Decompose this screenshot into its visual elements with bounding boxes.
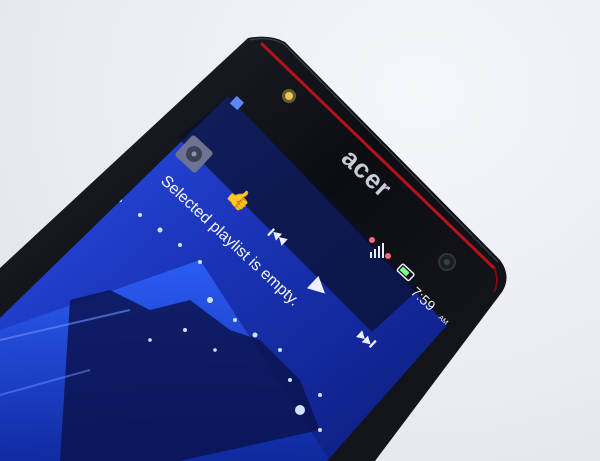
photo-scene: acer Selected playlist is empty. 👍 ⏮ ▶ ⏭… [0, 36, 507, 461]
